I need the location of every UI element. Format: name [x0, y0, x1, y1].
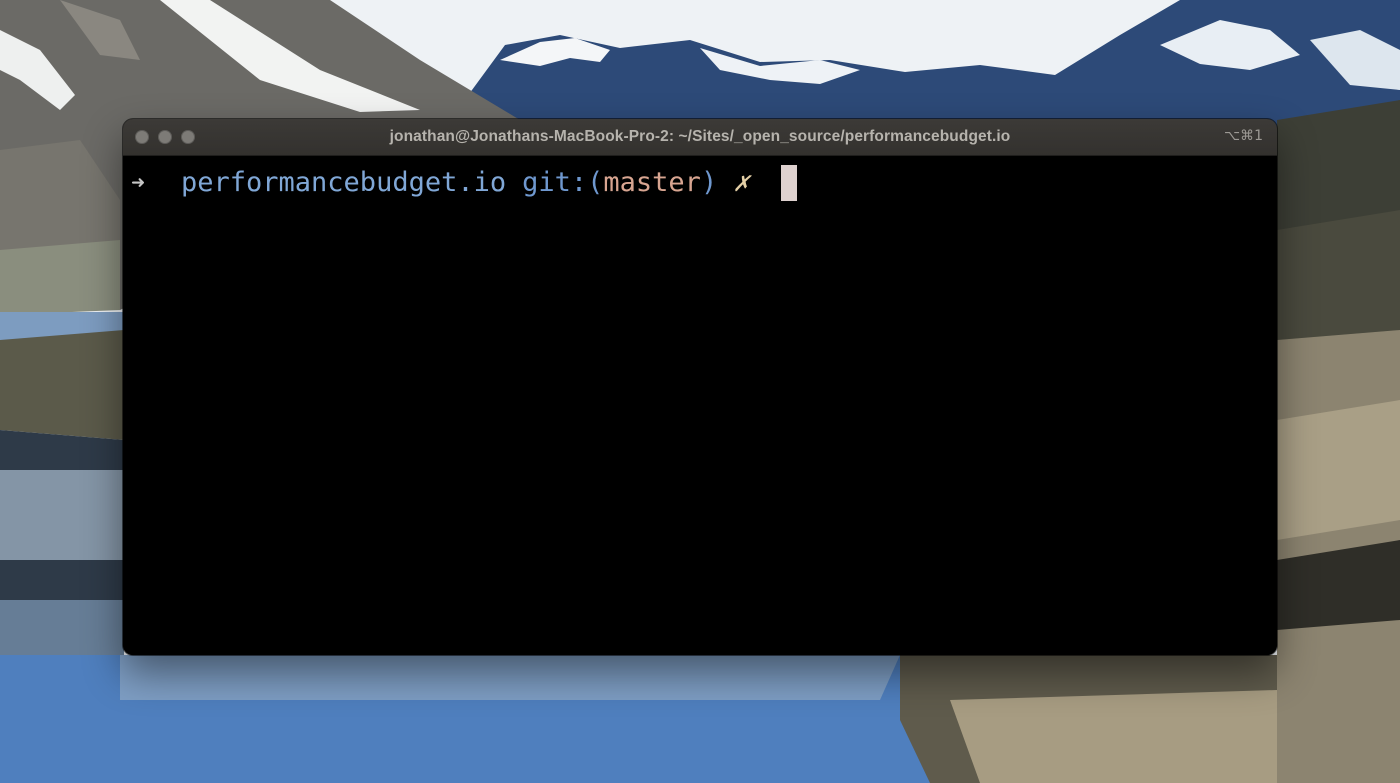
terminal-cursor — [781, 165, 798, 201]
prompt-git-branch: master — [603, 167, 701, 198]
prompt-git-label: git:( — [522, 167, 604, 198]
terminal-output[interactable]: ➜ performancebudget.io git:( master ) ✗ — [123, 156, 1277, 655]
window-title: jonathan@Jonathans-MacBook-Pro-2: ~/Site… — [389, 128, 1011, 145]
terminal-window[interactable]: jonathan@Jonathans-MacBook-Pro-2: ~/Site… — [123, 119, 1277, 655]
prompt-git-close: ) — [700, 167, 718, 198]
shell-prompt-line: ➜ performancebudget.io git:( master ) ✗ — [131, 164, 798, 202]
prompt-arrow-icon: ➜ — [131, 173, 146, 193]
desktop: jonathan@Jonathans-MacBook-Pro-2: ~/Site… — [0, 0, 1400, 783]
prompt-directory: performancebudget.io — [181, 167, 507, 198]
window-titlebar[interactable]: jonathan@Jonathans-MacBook-Pro-2: ~/Site… — [123, 119, 1277, 156]
window-shortcut-label: ⌥⌘1 — [1223, 128, 1263, 144]
prompt-dirty-marker: ✗ — [733, 167, 750, 198]
